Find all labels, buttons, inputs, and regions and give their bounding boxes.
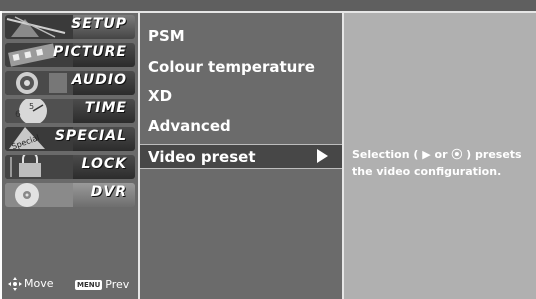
category-label: SPECIAL: [54, 128, 127, 144]
osd-screen: SETUP PICTURE AUDIO 6 5 TIME Special SPE…: [0, 0, 536, 299]
category-setup[interactable]: SETUP: [5, 15, 135, 39]
category-picture[interactable]: PICTURE: [5, 43, 135, 67]
move-hint: Move: [8, 277, 54, 291]
category-label: SETUP: [71, 16, 127, 32]
category-label: DVR: [90, 184, 127, 200]
audio-icon: [5, 71, 73, 95]
lock-icon: [5, 155, 73, 179]
category-label: LOCK: [81, 156, 127, 172]
dpad-icon: [8, 277, 22, 291]
svg-text:6: 6: [15, 110, 21, 120]
category-dvr[interactable]: DVR: [5, 183, 135, 207]
menu-item-advanced[interactable]: Advanced: [148, 117, 231, 135]
category-label: TIME: [84, 100, 127, 116]
move-label: Move: [24, 277, 54, 290]
description-text: Selection ( ▶ or ⦿ ) presets the video c…: [352, 148, 522, 178]
category-label: AUDIO: [71, 72, 127, 88]
category-label: PICTURE: [52, 44, 127, 60]
time-icon: 6 5: [5, 99, 73, 123]
arrow-right-icon: [317, 149, 328, 163]
setup-icon: [5, 15, 73, 39]
description-panel: Selection ( ▶ or ⦿ ) presets the video c…: [344, 13, 536, 299]
category-lock[interactable]: LOCK: [5, 155, 135, 179]
menu-key-icon: MENU: [75, 280, 103, 290]
menu-item-video-preset[interactable]: Video preset: [140, 144, 342, 169]
top-bar: [0, 0, 536, 11]
category-special[interactable]: Special SPECIAL: [5, 127, 135, 151]
category-panel: SETUP PICTURE AUDIO 6 5 TIME Special SPE…: [2, 13, 138, 299]
menu-item-colour-temperature[interactable]: Colour temperature: [148, 58, 315, 76]
submenu-panel: PSM Colour temperature XD Advanced Video…: [140, 13, 342, 299]
selected-item-label: Video preset: [148, 148, 256, 166]
category-time[interactable]: 6 5 TIME: [5, 99, 135, 123]
menu-item-psm[interactable]: PSM: [148, 27, 185, 45]
category-audio[interactable]: AUDIO: [5, 71, 135, 95]
dvr-icon: [5, 183, 73, 207]
menu-item-xd[interactable]: XD: [148, 87, 172, 105]
prev-label: Prev: [105, 278, 130, 291]
prev-hint: MENU Prev: [75, 278, 129, 291]
svg-text:5: 5: [29, 102, 34, 111]
